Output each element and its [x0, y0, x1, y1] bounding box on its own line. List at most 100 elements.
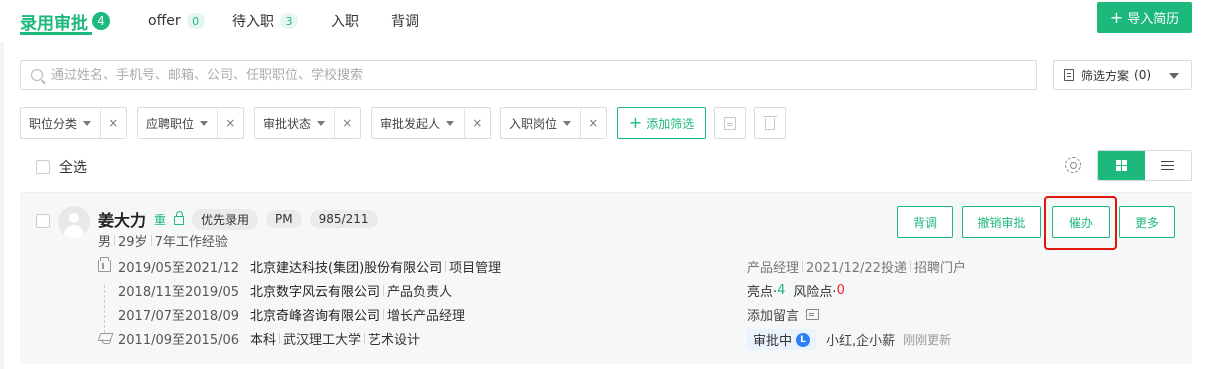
tag-pill: 优先录用	[192, 208, 259, 230]
education-item: 2011/09至2015/06 本科 武汉理工大学 艺术设计	[98, 329, 420, 348]
tab-onboarded[interactable]: 入职	[331, 8, 359, 34]
school: 武汉理工大学	[283, 332, 362, 348]
work-period: 2019/05至2021/12	[118, 260, 240, 276]
applied-position: 产品经理	[747, 261, 800, 276]
filter-label: 入职岗位	[509, 116, 558, 131]
filter-job-category[interactable]: 职位分类 ×	[20, 107, 127, 139]
filter-approval-initiator[interactable]: 审批发起人 ×	[371, 107, 491, 139]
filter-scheme-count: (0)	[1134, 68, 1152, 82]
company: 北京数字风云有限公司	[250, 284, 381, 300]
tab-approval[interactable]: 录用审批 4	[20, 8, 110, 34]
filter-scheme-dropdown[interactable]: 筛选方案 (0)	[1053, 60, 1192, 90]
tab-label: offer	[148, 13, 181, 29]
gear-icon[interactable]	[1065, 157, 1081, 173]
candidate-card[interactable]: 姜大力 重 优先录用 PM 985/211 男 29岁 7年工作经验 2019/…	[20, 192, 1192, 364]
status-label: 审批中	[753, 334, 793, 349]
select-all-checkbox[interactable]	[36, 160, 50, 174]
add-note[interactable]: 添加留言	[747, 305, 820, 324]
add-filter-label: 添加筛选	[646, 116, 695, 131]
work-experience-item: 2018/11至2019/05 北京数字风云有限公司 产品负责人	[98, 281, 452, 300]
tab-count-badge: 0	[186, 13, 205, 29]
tab-label: 背调	[391, 14, 419, 30]
filter-approval-status[interactable]: 审批状态 ×	[254, 107, 361, 139]
highlight-frame	[1044, 196, 1117, 250]
add-note-label: 添加留言	[747, 309, 800, 324]
top-tab-bar: 录用审批 4 offer 0 待入职 3 入职 背调 + 导入简历	[0, 0, 1206, 42]
gender: 男	[98, 235, 112, 250]
tab-label: 录用审批	[20, 13, 88, 34]
clear-filter-icon[interactable]: ×	[465, 116, 491, 130]
candidate-name[interactable]: 姜大力	[98, 207, 146, 231]
role: 增长产品经理	[387, 308, 466, 324]
clear-filter-icon[interactable]: ×	[101, 116, 126, 130]
import-resume-label: 导入简历	[1127, 12, 1180, 27]
filter-scheme-label: 筛选方案	[1081, 68, 1130, 83]
select-all-label: 全选	[59, 160, 87, 176]
list-view-button[interactable]	[1144, 151, 1191, 180]
grid-icon	[1115, 160, 1127, 171]
company: 北京建达科技(集团)股份有限公司	[250, 260, 443, 276]
application-source: 招聘门户	[913, 261, 966, 276]
highlights-count[interactable]: 4	[777, 283, 785, 298]
tab-label: 入职	[331, 14, 359, 30]
candidate-checkbox[interactable]	[36, 214, 50, 228]
search-box[interactable]	[20, 60, 1037, 90]
tag-pill: 985/211	[309, 210, 378, 228]
education-period: 2011/09至2015/06	[118, 332, 240, 348]
chevron-down-icon	[83, 120, 92, 126]
select-all[interactable]: 全选	[36, 157, 87, 177]
filter-label: 职位分类	[29, 116, 78, 131]
building-icon	[98, 257, 111, 272]
delete-filter-button[interactable]	[754, 107, 786, 139]
tab-pending-onboard[interactable]: 待入职 3	[232, 8, 298, 34]
work-period: 2017/07至2018/09	[118, 308, 240, 324]
clear-filter-icon[interactable]: ×	[335, 116, 360, 130]
import-resume-button[interactable]: + 导入简历	[1097, 2, 1192, 33]
risks-count[interactable]: 0	[837, 283, 845, 298]
applied-date: 2021/12/22投递	[806, 261, 907, 276]
filter-label: 审批状态	[263, 116, 312, 131]
company: 北京奇峰咨询有限公司	[250, 308, 381, 324]
avatar	[58, 206, 90, 238]
tab-count-badge: 3	[280, 13, 298, 29]
background-check-button[interactable]: 背调	[897, 206, 953, 238]
work-period: 2018/11至2019/05	[118, 284, 240, 300]
plus-icon: +	[628, 113, 643, 132]
chevron-down-icon	[1169, 73, 1179, 79]
degree: 本科	[250, 332, 277, 348]
search-input[interactable]	[51, 67, 1011, 83]
document-icon	[1064, 69, 1074, 81]
add-filter-button[interactable]: + 添加筛选	[617, 107, 706, 139]
filter-onboard-post[interactable]: 入职岗位 ×	[500, 107, 607, 139]
age: 29岁	[118, 235, 148, 250]
tab-background-check[interactable]: 背调	[391, 8, 419, 34]
revoke-approval-button[interactable]: 撤销审批	[962, 206, 1041, 238]
save-filter-button[interactable]	[714, 107, 746, 139]
key-tag: 重	[154, 212, 167, 227]
card-view-button[interactable]	[1098, 151, 1145, 180]
lock-icon	[174, 211, 185, 225]
clear-filter-icon[interactable]: ×	[218, 116, 243, 130]
status-badge[interactable]: 审批中 L	[747, 329, 817, 350]
save-icon	[724, 116, 736, 130]
plus-icon: +	[1109, 7, 1124, 27]
tab-offer[interactable]: offer 0	[148, 8, 205, 34]
search-icon	[31, 69, 43, 81]
candidate-header: 姜大力 重 优先录用 PM 985/211	[98, 207, 378, 231]
role: 项目管理	[449, 260, 502, 276]
list-icon	[1161, 160, 1175, 171]
tag-pill: PM	[266, 210, 302, 228]
updated-time: 刚刚更新	[903, 333, 952, 347]
highlights-label: 亮点·	[747, 285, 778, 300]
filter-label: 应聘职位	[146, 116, 195, 131]
work-years: 7年工作经验	[154, 235, 228, 250]
risks-label: 风险点·	[793, 285, 837, 300]
graduation-cap-icon	[98, 332, 113, 344]
filter-applied-position[interactable]: 应聘职位 ×	[137, 107, 244, 139]
clear-filter-icon[interactable]: ×	[581, 116, 606, 130]
status-level-icon: L	[796, 332, 811, 347]
chevron-down-icon	[446, 120, 455, 126]
tab-count-badge: 4	[92, 12, 110, 30]
active-tab-indicator	[20, 32, 92, 35]
more-button[interactable]: 更多	[1119, 206, 1175, 238]
